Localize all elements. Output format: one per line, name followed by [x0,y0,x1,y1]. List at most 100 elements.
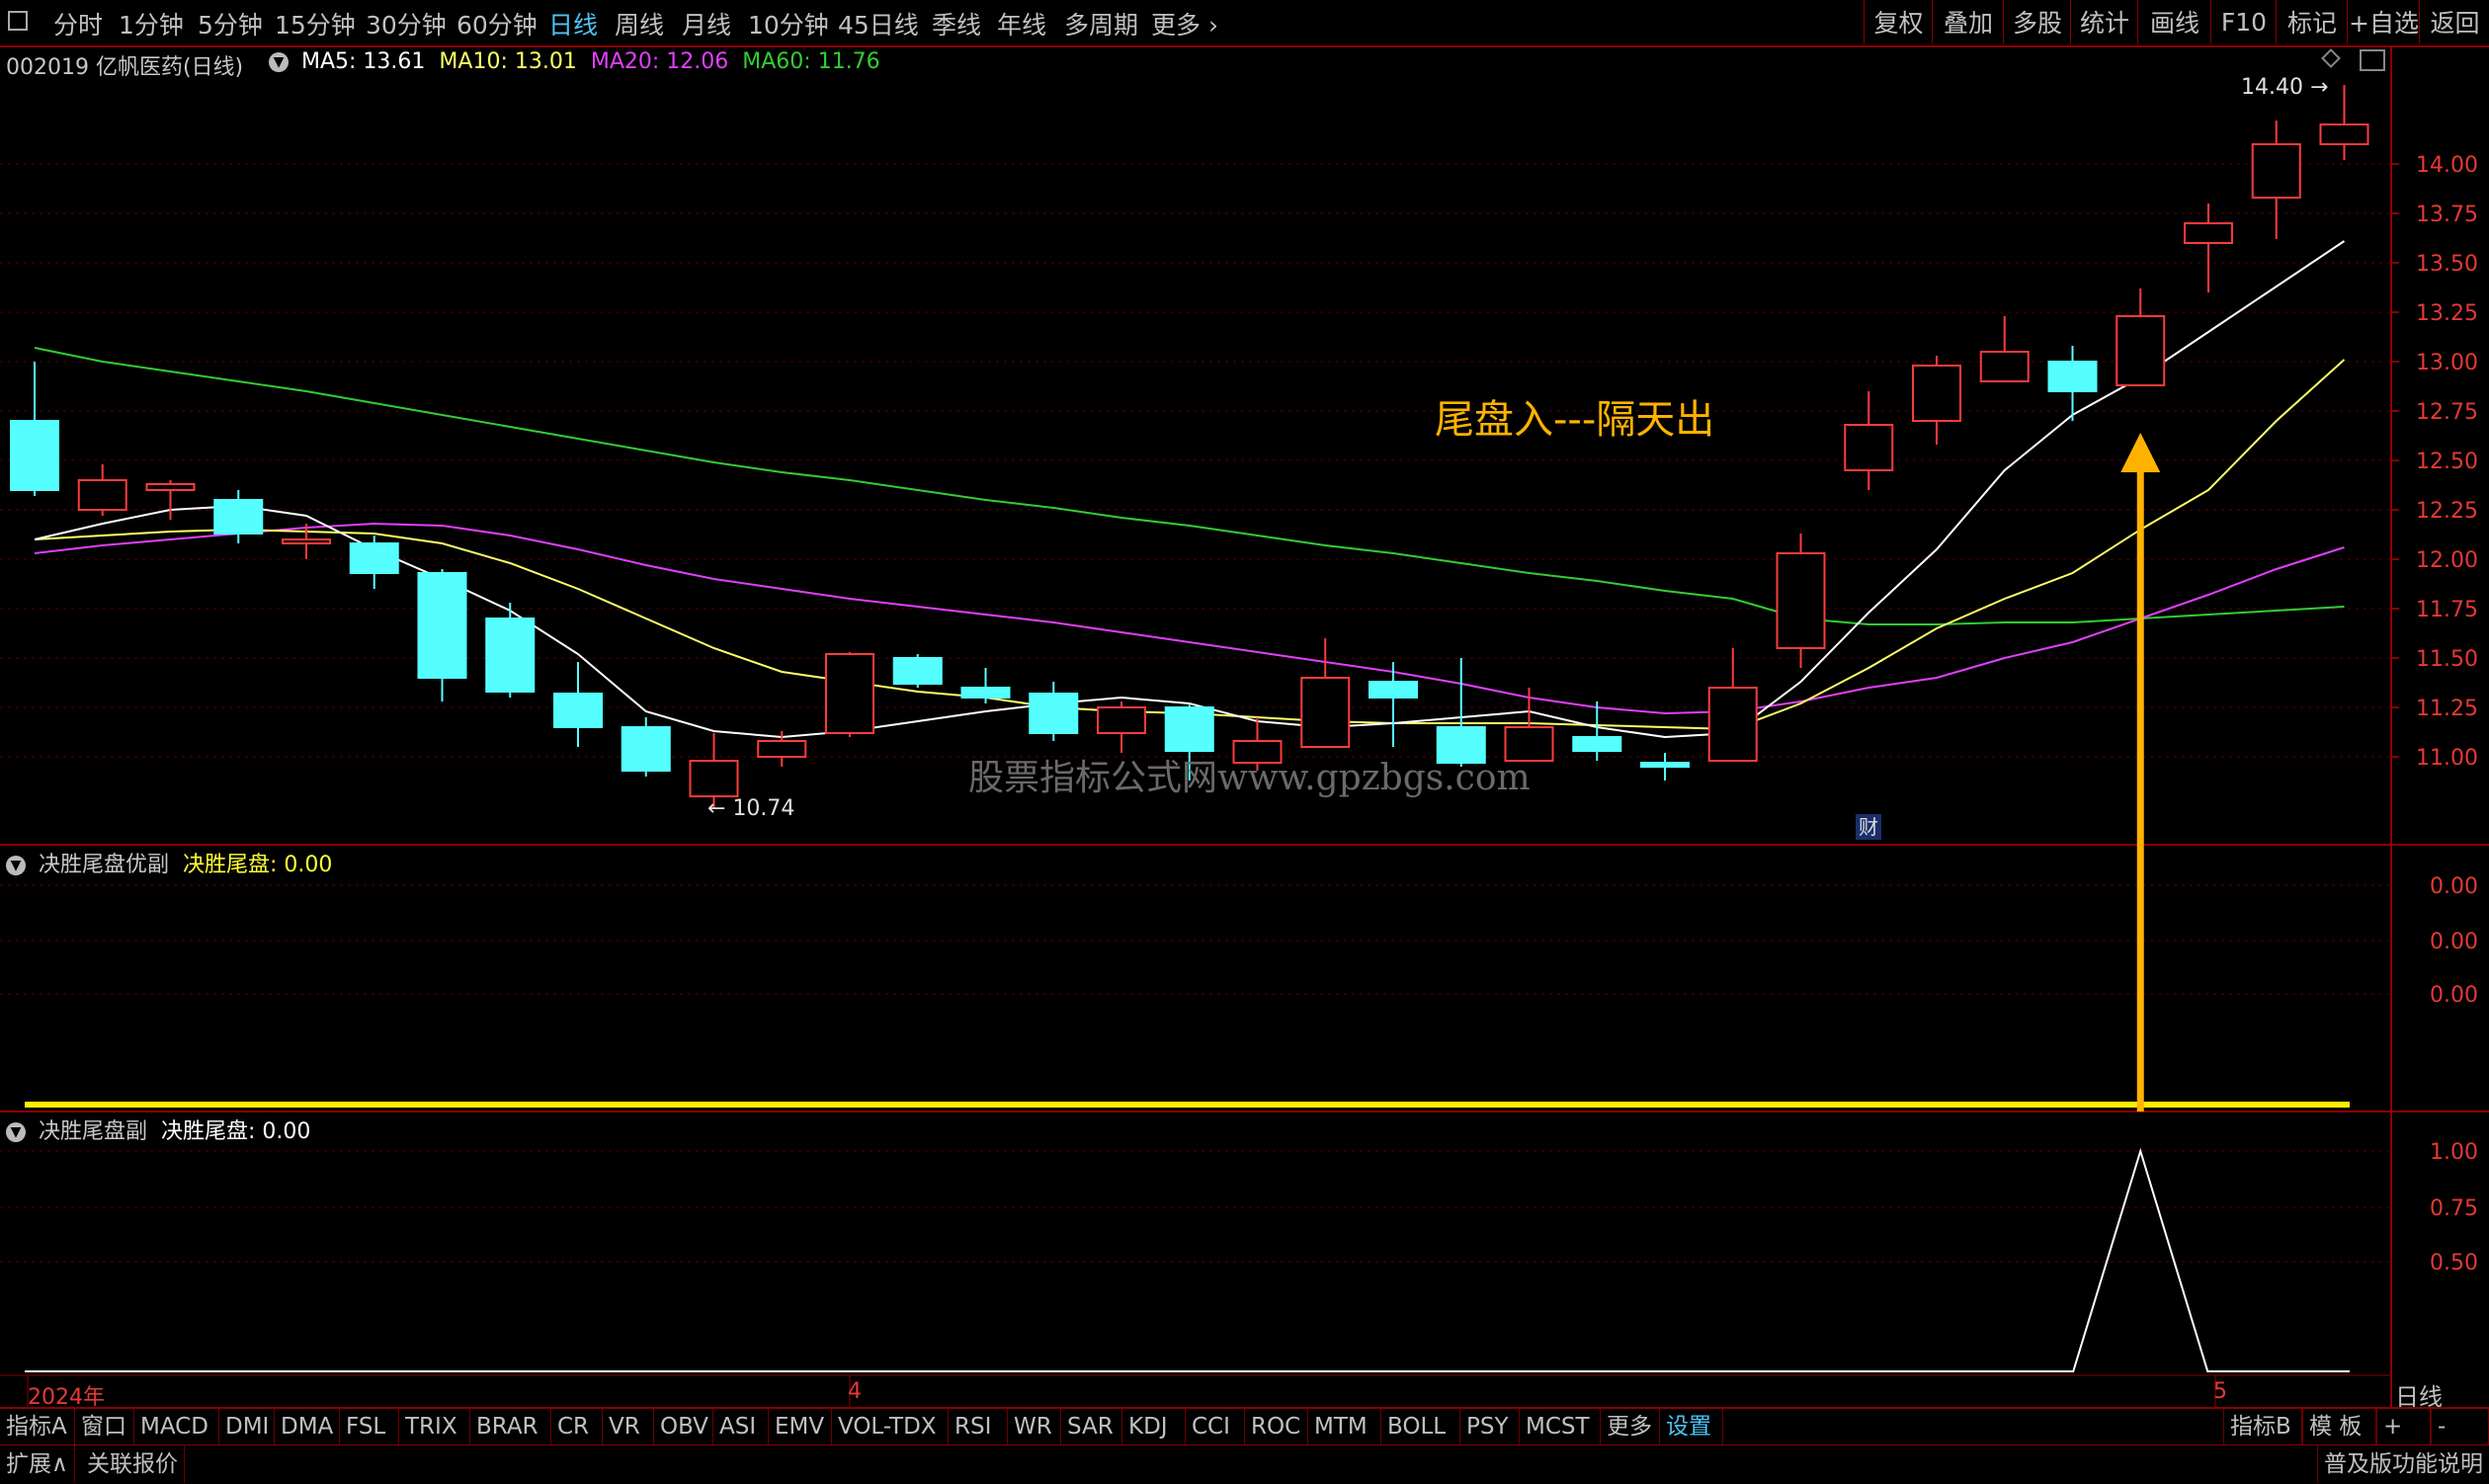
panel2-y-label: 0.00 [2430,983,2478,1008]
indicator-tab-12[interactable]: EMV [769,1409,832,1444]
indicator-tab-20[interactable]: MTM [1308,1409,1381,1444]
high-value: 14.40 [2241,75,2303,100]
low-value: 10.74 [732,796,795,821]
candle-up [1912,365,1961,422]
candle-up [2116,315,2166,386]
panel2-header: ▼ 决胜尾盘优副 决胜尾盘: 0.00 [6,847,332,878]
panel3-y-label: 0.50 [2430,1251,2478,1276]
indicator-tab-5[interactable]: FSL [340,1409,399,1444]
status-bar: 扩展∧ 关联报价 普及版功能说明 [0,1444,2489,1484]
candle-down [1640,762,1690,768]
low-marker: ← 10.74 [707,796,795,821]
indicator-tab-2[interactable]: MACD [134,1409,219,1444]
indicator-tab-9[interactable]: VR [603,1409,654,1444]
candle-up [1707,687,1758,762]
tab-right-0[interactable]: 指标B [2223,1409,2302,1444]
x-month5-label: 5 [2213,1379,2227,1404]
panel2-y-label: 0.00 [2430,874,2478,899]
indicator-tab-17[interactable]: KDJ [1122,1409,1186,1444]
candle-up [1300,677,1351,748]
watermark: 股票指标公式网www.gpzbgs.com [968,758,1531,798]
indicator-tab-25[interactable]: 设置 [1660,1409,1723,1444]
y-axis-label: 11.25 [2416,697,2478,721]
panel3-name: 决胜尾盘副 [39,1119,148,1144]
candle-down [485,618,536,693]
y-axis-label: 11.50 [2416,647,2478,672]
indicator-tab-15[interactable]: WR [1008,1409,1061,1444]
indicator-tab-1[interactable]: 窗口 [75,1409,134,1444]
candle-down [892,657,943,685]
tab-right-1[interactable]: 模 板 [2302,1409,2376,1444]
y-axis-label: 12.00 [2416,548,2478,573]
candle-up [282,538,331,544]
panel3-header: ▼ 决胜尾盘副 决胜尾盘: 0.00 [6,1113,310,1145]
indicator-tabbar: 指标A 窗口 MACD DMI DMA FSL TRIX BRAR CR VR OBV ASI EMV V… [0,1407,2489,1444]
tab-right-3[interactable]: - [2431,1409,2489,1444]
candle-up [1097,706,1146,734]
panel3-collapse-icon[interactable]: ▼ [6,1122,26,1142]
candle-up [2319,124,2369,145]
indicator-tab-22[interactable]: PSY [1460,1409,1520,1444]
y-axis-label: 12.25 [2416,499,2478,524]
candle-down [1572,736,1622,752]
candle-down [1164,706,1214,752]
indicator-tab-10[interactable]: OBV [654,1409,713,1444]
related-quote-button[interactable]: 关联报价 [81,1445,185,1483]
panel2-value: 决胜尾盘: 0.00 [183,853,333,877]
candle-down [621,726,671,772]
candlestick-chart[interactable]: 14.00 13.75 13.50 13.25 13.00 12.75 12.50 12.25… [0,0,2489,1483]
candle-up [145,483,196,491]
candle-up [825,653,874,734]
edition-info[interactable]: 普及版功能说明 [2317,1445,2489,1483]
panel2-collapse-icon[interactable]: ▼ [6,856,26,875]
candle-up [689,760,739,797]
panel2-y-label: 0.00 [2430,930,2478,954]
y-axis-label: 13.75 [2416,203,2478,227]
panel3-y-label: 1.00 [2430,1140,2478,1165]
candle-down [960,687,1011,699]
ma60-line [34,347,2345,625]
candle-down [417,572,467,679]
indicator-tab-14[interactable]: RSI [949,1409,1008,1444]
y-axis-label: 12.50 [2416,450,2478,474]
tab-right-2[interactable]: + [2376,1409,2431,1444]
y-axis-label: 13.25 [2416,301,2478,326]
candle-up [77,479,127,511]
indicator-tab-19[interactable]: ROC [1245,1409,1308,1444]
indicator-tab-11[interactable]: ASI [713,1409,769,1444]
candle-down [1029,693,1079,734]
x-month4-label: 4 [848,1379,862,1404]
indicator-tab-23[interactable]: MCST [1520,1409,1601,1444]
y-axis-label: 13.00 [2416,351,2478,375]
candle-up [1979,351,2030,382]
candle-up [1776,552,1826,649]
candle-up [757,740,807,758]
financial-badge[interactable]: 财 [1856,814,1881,840]
signal-arrow-head [2120,433,2161,472]
indicator-tab-6[interactable]: TRIX [399,1409,470,1444]
indicator-tab-8[interactable]: CR [551,1409,603,1444]
panel2-name: 决胜尾盘优副 [39,853,170,877]
panel3-value: 决胜尾盘: 0.00 [161,1119,311,1144]
indicator-tab-16[interactable]: SAR [1061,1409,1122,1444]
indicator-tab-18[interactable]: CCI [1186,1409,1245,1444]
indicator-tab-21[interactable]: BOLL [1381,1409,1460,1444]
y-axis-label: 11.75 [2416,598,2478,622]
candle-down [10,420,59,491]
y-axis-label: 11.00 [2416,746,2478,771]
candle-down [2047,361,2098,392]
candle-up [2184,222,2233,244]
candle-down [553,693,603,728]
ma5-line [34,240,2346,739]
high-marker: 14.40 → [2241,75,2329,100]
y-axis-label: 14.00 [2416,153,2478,178]
indicator-tab-0[interactable]: 指标A [0,1409,75,1444]
indicator-tab-24[interactable]: 更多 [1601,1409,1660,1444]
expand-button[interactable]: 扩展∧ [0,1445,75,1483]
indicator-tab-4[interactable]: DMA [275,1409,340,1444]
indicator-tab-7[interactable]: BRAR [470,1409,551,1444]
candle-up [1844,424,1894,471]
indicator-tab-13[interactable]: VOL-TDX [832,1409,949,1444]
indicator-tab-3[interactable]: DMI [219,1409,275,1444]
y-axis-label: 13.50 [2416,252,2478,277]
